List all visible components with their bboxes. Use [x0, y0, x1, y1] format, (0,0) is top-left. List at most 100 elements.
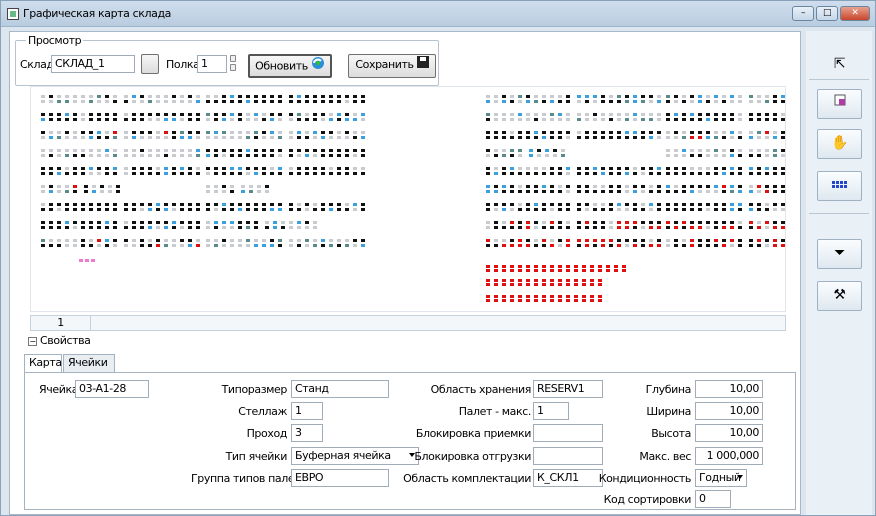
map-cell[interactable] [206, 113, 210, 116]
map-cell[interactable] [238, 154, 242, 157]
map-cell[interactable] [574, 295, 578, 298]
map-cell[interactable] [649, 203, 653, 206]
map-cell[interactable] [486, 172, 490, 175]
map-cell[interactable] [337, 244, 341, 247]
map-cell[interactable] [270, 136, 274, 139]
map-cell[interactable] [526, 295, 530, 298]
map-cell[interactable] [132, 131, 136, 134]
map-cell[interactable] [582, 299, 586, 302]
map-cell[interactable] [270, 100, 274, 103]
map-cell[interactable] [246, 239, 250, 242]
map-cell[interactable] [765, 190, 769, 193]
map-cell[interactable] [254, 154, 258, 157]
map-cell[interactable] [164, 113, 168, 116]
map-cell[interactable] [502, 185, 506, 188]
map-cell[interactable] [57, 149, 61, 152]
map-cell[interactable] [148, 226, 152, 229]
map-cell[interactable] [749, 154, 753, 157]
map-cell[interactable] [542, 167, 546, 170]
map-cell[interactable] [666, 221, 670, 224]
map-cell[interactable] [206, 203, 210, 206]
map-cell[interactable] [148, 203, 152, 206]
map-cell[interactable] [188, 131, 192, 134]
map-cell[interactable] [486, 265, 490, 268]
map-cell[interactable] [270, 113, 274, 116]
map-cell[interactable] [57, 226, 61, 229]
map-cell[interactable] [553, 154, 557, 157]
map-cell[interactable] [625, 185, 629, 188]
map-cell[interactable] [113, 221, 117, 224]
map-cell[interactable] [666, 113, 670, 116]
map-cell[interactable] [321, 167, 325, 170]
map-cell[interactable] [262, 244, 266, 247]
map-cell[interactable] [641, 203, 645, 206]
map-cell[interactable] [222, 167, 226, 170]
map-cell[interactable] [633, 221, 637, 224]
map-cell[interactable] [222, 190, 226, 193]
map-cell[interactable] [749, 113, 753, 116]
map-cell[interactable] [265, 190, 269, 193]
map-cell[interactable] [345, 208, 349, 211]
map-cell[interactable] [738, 136, 742, 139]
map-cell[interactable] [494, 226, 498, 229]
map-cell[interactable] [278, 203, 282, 206]
map-cell[interactable] [105, 118, 109, 121]
map-cell[interactable] [49, 208, 53, 211]
map-cell[interactable] [337, 95, 341, 98]
map-cell[interactable] [765, 244, 769, 247]
map-cell[interactable] [289, 239, 293, 242]
map-cell[interactable] [124, 226, 128, 229]
map-cell[interactable] [188, 226, 192, 229]
map-cell[interactable] [542, 221, 546, 224]
map-cell[interactable] [49, 113, 53, 116]
map-cell[interactable] [113, 208, 117, 211]
map-cell[interactable] [550, 208, 554, 211]
map-cell[interactable] [690, 113, 694, 116]
map-cell[interactable] [526, 283, 530, 286]
map-cell[interactable] [486, 221, 490, 224]
map-cell[interactable] [196, 95, 200, 98]
map-cell[interactable] [92, 185, 96, 188]
map-cell[interactable] [353, 131, 357, 134]
map-cell[interactable] [730, 226, 734, 229]
map-cell[interactable] [537, 149, 541, 152]
map-cell[interactable] [188, 100, 192, 103]
map-cell[interactable] [79, 259, 83, 262]
map-cell[interactable] [57, 244, 61, 247]
map-cell[interactable] [486, 190, 490, 193]
map-cell[interactable] [65, 167, 69, 170]
maximize-button[interactable]: □ [816, 6, 838, 21]
map-cell[interactable] [550, 136, 554, 139]
map-cell[interactable] [674, 95, 678, 98]
map-cell[interactable] [550, 265, 554, 268]
map-cell[interactable] [625, 136, 629, 139]
map-cell[interactable] [534, 269, 538, 272]
map-cell[interactable] [738, 100, 742, 103]
map-cell[interactable] [698, 172, 702, 175]
map-cell[interactable] [140, 131, 144, 134]
map-cell[interactable] [494, 295, 498, 298]
map-cell[interactable] [666, 136, 670, 139]
map-cell[interactable] [494, 113, 498, 116]
pallet-max-field[interactable]: 1 [533, 402, 569, 420]
map-cell[interactable] [105, 154, 109, 157]
map-cell[interactable] [502, 221, 506, 224]
map-cell[interactable] [65, 203, 69, 206]
save-button[interactable]: Сохранить [348, 54, 436, 78]
map-cell[interactable] [486, 269, 490, 272]
map-cell[interactable] [510, 283, 514, 286]
map-cell[interactable] [486, 244, 490, 247]
map-cell[interactable] [690, 167, 694, 170]
map-cell[interactable] [550, 172, 554, 175]
map-cell[interactable] [558, 167, 562, 170]
map-cell[interactable] [558, 208, 562, 211]
map-cell[interactable] [156, 113, 160, 116]
map-cell[interactable] [262, 239, 266, 242]
map-cell[interactable] [172, 244, 176, 247]
map-cell[interactable] [722, 172, 726, 175]
map-cell[interactable] [321, 149, 325, 152]
map-cell[interactable] [585, 167, 589, 170]
map-cell[interactable] [140, 226, 144, 229]
map-cell[interactable] [593, 208, 597, 211]
map-cell[interactable] [617, 226, 621, 229]
